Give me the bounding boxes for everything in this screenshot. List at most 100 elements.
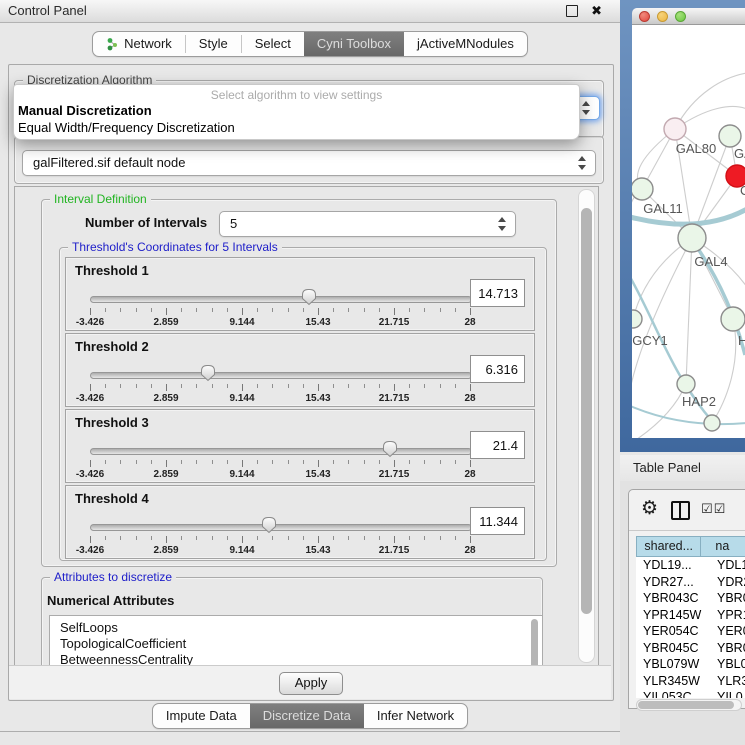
tab-network[interactable]: Network [93,32,185,56]
table-cell-name: YDR2 [708,574,745,591]
threshold-slider[interactable]: -3.4262.8599.14415.4321.71528 [90,364,470,404]
slider-thumb[interactable] [301,288,317,306]
threshold-value-field[interactable]: 11.344 [470,507,525,535]
slider-track[interactable] [90,296,472,303]
window-title: Control Panel [8,0,87,22]
table-row[interactable]: YDR27...YDR2 [636,574,745,591]
table-cell-shared-name: YBR045C [636,640,708,657]
slider-ticks [90,536,470,544]
network-graph[interactable]: GAL80GACGAL11GAL4GCY1HHAP2 [632,25,745,438]
control-panel-titlebar[interactable]: Control Panel ✖ [0,0,620,23]
algorithm-dropdown-popup: Select algorithm to view settings Manual… [13,84,580,140]
split-view-icon[interactable] [671,501,690,520]
threshold-value-field[interactable]: 14.713 [470,279,525,307]
table-panel-titlebar[interactable]: Table Panel [620,455,745,482]
tab-select[interactable]: Select [242,32,304,56]
tab-infer-network[interactable]: Infer Network [364,704,467,728]
slider-track[interactable] [90,372,472,379]
table-cell-name: YER0 [708,623,745,640]
threshold-value-field[interactable]: 21.4 [470,431,525,459]
network-node[interactable] [664,118,686,140]
threshold-slider[interactable]: -3.4262.8599.14415.4321.71528 [90,288,470,328]
network-node[interactable] [632,310,642,328]
network-node[interactable] [721,307,745,331]
network-node[interactable] [704,415,720,431]
table-data-selected-value: galFiltered.sif default node [33,151,185,175]
dropdown-option-equal-width-frequency[interactable]: Equal Width/Frequency Discretization [18,120,235,135]
threshold-label: Threshold 3 [75,415,149,430]
tab-cyni-toolbox[interactable]: Cyni Toolbox [304,32,404,56]
close-window-icon[interactable] [639,11,650,22]
network-node[interactable] [677,375,695,393]
threshold-slider[interactable]: -3.4262.8599.14415.4321.71528 [90,440,470,480]
table-row[interactable]: YER054CYER0 [636,623,745,640]
threshold-value-field[interactable]: 6.316 [470,355,525,383]
table-row[interactable]: YIL053CYIL0 [636,689,745,698]
thresholds-container: Threshold 1 -3.4262.8599.14415.4321.71528… [65,257,535,561]
threshold-slider[interactable]: -3.4262.8599.14415.4321.71528 [90,516,470,556]
apply-button[interactable]: Apply [279,672,343,695]
slider-thumb[interactable] [200,364,216,382]
table-row[interactable]: YBR043CYBR0 [636,590,745,607]
slider-tick-labels: -3.4262.8599.14415.4321.71528 [90,545,470,556]
slider-track[interactable] [90,524,472,531]
slider-thumb[interactable] [382,440,398,458]
tab-impute-data[interactable]: Impute Data [153,704,250,728]
network-node[interactable] [632,178,653,200]
table-cell-shared-name: YBL079W [636,656,708,673]
settings-panel-scrollbar[interactable] [578,189,595,663]
table-body: YDL19...YDL1YDR27...YDR2YBR043CYBR0YPR14… [636,557,745,698]
tab-jactivemnodules[interactable]: jActiveMNodules [404,32,527,56]
table-cell-name: YBL0 [708,656,745,673]
network-node-label: GA [734,146,745,161]
attributes-list-items: SelfLoopsTopologicalCoefficientBetweenne… [50,616,542,666]
float-panel-icon[interactable] [566,5,578,17]
table-data-select[interactable]: galFiltered.sif default node [22,150,596,176]
network-node-label: GAL80 [676,141,716,156]
minimize-window-icon[interactable] [657,11,668,22]
threshold-label: Threshold 2 [75,339,149,354]
slider-track[interactable] [90,448,472,455]
network-node-label: HAP2 [682,394,716,409]
dropdown-option-manual-discretization[interactable]: Manual Discretization [18,103,152,118]
column-header-name[interactable]: na [701,536,745,557]
table-row[interactable]: YLR345WYLR3 [636,673,745,690]
network-node[interactable] [719,125,741,147]
table-cell-shared-name: YLR345W [636,673,708,690]
slider-tick-labels: -3.4262.8599.14415.4321.71528 [90,317,470,328]
threshold-panel: Threshold 2 -3.4262.8599.14415.4321.71528… [65,333,535,407]
table-row[interactable]: YPR145WYPR1 [636,607,745,624]
slider-tick-labels: -3.4262.8599.14415.4321.71528 [90,469,470,480]
slider-thumb[interactable] [261,516,277,534]
network-window-titlebar[interactable] [632,8,745,25]
attribute-list-item[interactable]: BetweennessCentrality [50,652,542,666]
column-header-shared-name[interactable]: shared... [636,536,701,557]
tab-discretize-data[interactable]: Discretize Data [250,704,364,728]
node-table: shared... na YDL19...YDL1YDR27...YDR2YBR… [636,536,745,698]
table-row[interactable]: YDL19...YDL1 [636,557,745,574]
combo-arrows-icon [578,156,586,170]
select-columns-icon[interactable]: ☑☑ [701,501,726,517]
threshold-label: Threshold 1 [75,263,149,278]
close-panel-icon[interactable]: ✖ [591,0,602,22]
zoom-window-icon[interactable] [675,11,686,22]
attributes-group-label: Attributes to discretize [50,570,176,584]
attributes-list-scrollbar[interactable] [529,619,540,666]
table-row[interactable]: YBL079WYBL0 [636,656,745,673]
table-row[interactable]: YBR045CYBR0 [636,640,745,657]
gear-icon[interactable]: ⚙︎ [641,499,658,519]
number-of-intervals-select[interactable]: 5 [219,211,516,237]
control-panel-window: Control Panel ✖ Network Style Select Cyn… [0,0,620,732]
tab-style[interactable]: Style [186,32,241,56]
attribute-list-item[interactable]: SelfLoops [50,620,542,636]
network-canvas[interactable]: GAL80GACGAL11GAL4GCY1HHAP2 [632,25,745,438]
attribute-list-item[interactable]: TopologicalCoefficient [50,636,542,652]
numerical-attributes-list[interactable]: SelfLoopsTopologicalCoefficientBetweenne… [49,615,543,666]
network-tab-icon [106,37,119,51]
table-panel-toolbar: ⚙︎ ☑☑ [629,490,745,531]
table-cell-name: YDL1 [708,557,745,574]
network-node[interactable] [678,224,706,252]
threshold-panel: Threshold 3 -3.4262.8599.14415.4321.71528… [65,409,535,483]
network-view-window: GAL80GACGAL11GAL4GCY1HHAP2 [620,0,745,452]
table-horizontal-scrollbar[interactable] [636,699,742,711]
